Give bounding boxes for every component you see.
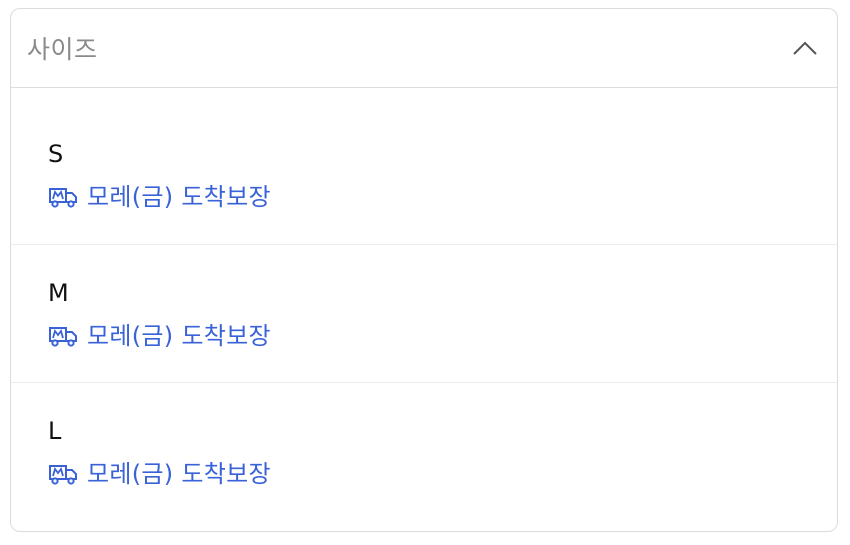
delivery-info: 모레(금) 도착보장 [48,459,837,489]
size-option-m[interactable]: M 모레(금) 도착보장 [11,244,837,382]
option-name: S [48,140,64,168]
option-name: L [48,417,62,445]
size-option-l[interactable]: L 모레(금) 도착보장 [11,382,837,531]
option-name: M [48,279,69,307]
dropdown-label: 사이즈 [27,35,98,64]
delivery-info: 모레(금) 도착보장 [48,321,837,351]
size-option-list: S 모레(금) 도착보장 M 모레(금) 도착보장 L 모레(금) 도착보장 [11,88,837,531]
size-dropdown-header[interactable]: 사이즈 [11,9,837,88]
delivery-text: 모레(금) 도착보장 [87,460,271,488]
size-dropdown: 사이즈 S 모레(금) 도착보장 M 모레(금) 도착보장 L 모레(금) 도착… [10,8,838,532]
delivery-truck-icon [48,186,78,208]
delivery-truck-icon [48,325,78,347]
delivery-info: 모레(금) 도착보장 [48,182,837,212]
delivery-text: 모레(금) 도착보장 [87,322,271,350]
delivery-text: 모레(금) 도착보장 [87,183,271,211]
chevron-up-icon[interactable] [791,38,819,58]
delivery-truck-icon [48,463,78,485]
size-option-s[interactable]: S 모레(금) 도착보장 [11,88,837,244]
